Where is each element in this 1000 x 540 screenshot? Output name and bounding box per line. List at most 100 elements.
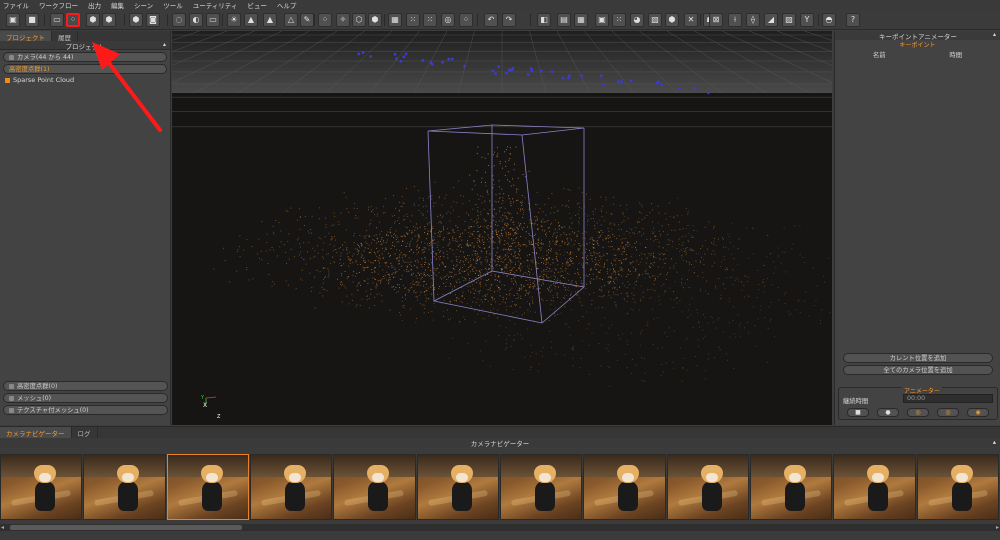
- 3d-viewport[interactable]: Y X Z: [172, 31, 832, 425]
- photos-icon[interactable]: ▭: [50, 13, 64, 27]
- camera-thumbnail[interactable]: [249, 454, 333, 520]
- dotted-select-icon[interactable]: ⁙: [406, 13, 420, 27]
- collapse-icon[interactable]: ▴: [993, 438, 996, 446]
- menu-item[interactable]: ツール: [163, 0, 183, 10]
- toolbar-separator: [44, 14, 45, 26]
- mesh-edit-icon[interactable]: ⬢: [665, 13, 679, 27]
- scrollbar-thumb[interactable]: [10, 525, 242, 530]
- rotate-icon[interactable]: ◌: [172, 13, 186, 27]
- texture-icon[interactable]: ⬢: [129, 13, 143, 27]
- lasso-icon[interactable]: ✧: [336, 13, 350, 27]
- tab-history[interactable]: 履歴: [52, 31, 78, 42]
- gizmo-icon[interactable]: ⟠: [746, 13, 760, 27]
- textured-mesh-group[interactable]: テクスチャ付メッシュ(0): [3, 405, 168, 415]
- save-icon[interactable]: ■: [25, 13, 39, 27]
- help-icon[interactable]: ?: [846, 13, 860, 27]
- viewport-canvas[interactable]: Y X Z: [172, 31, 832, 425]
- menu-bar: ファイル ワークフロー 出力 編集 シーン ツール ユーティリティ ビュー ヘルプ: [0, 0, 1000, 10]
- pointer-grid-icon[interactable]: ▣: [595, 13, 609, 27]
- redo-icon[interactable]: ↷: [502, 13, 516, 27]
- camera-icon[interactable]: ◙: [146, 13, 160, 27]
- dense-cloud-group-label: 高密度点群(0): [17, 383, 58, 390]
- record-button[interactable]: ●: [877, 408, 899, 417]
- add-current-position-button[interactable]: カレント位置を追加: [843, 353, 993, 363]
- frame-icon[interactable]: ◧: [537, 13, 551, 27]
- toolbar-separator: [477, 14, 478, 26]
- tab-project[interactable]: プロジェクト: [0, 31, 52, 42]
- undo-icon[interactable]: ↶: [484, 13, 498, 27]
- dot-grid-icon[interactable]: ⁘: [459, 13, 473, 27]
- menu-item[interactable]: シーン: [134, 0, 153, 10]
- play-button[interactable]: ◎: [907, 408, 929, 417]
- loop-button[interactable]: ◎: [937, 408, 959, 417]
- mesh-group-label: メッシュ(0): [17, 395, 52, 402]
- camera-thumbnail[interactable]: [916, 454, 999, 520]
- mesh-icon[interactable]: ⬢: [102, 13, 116, 27]
- bottom-tabs: カメラナビゲーター ログ: [0, 427, 1000, 438]
- export-button[interactable]: ◉: [967, 408, 989, 417]
- menu-item[interactable]: ユーティリティ: [193, 0, 238, 10]
- mask-icon[interactable]: ◓: [822, 13, 836, 27]
- measure-icon[interactable]: ◢: [764, 13, 778, 27]
- axis-z-label: Z: [217, 414, 221, 420]
- toolbar-separator: [700, 14, 701, 26]
- duration-input[interactable]: 00:00: [903, 394, 993, 403]
- crop-icon[interactable]: ⊠: [709, 13, 723, 27]
- camera-thumbnail[interactable]: [416, 454, 499, 520]
- dense-cloud-label: 高密度点群(1): [9, 66, 50, 73]
- circle-select-icon[interactable]: ◎: [441, 13, 455, 27]
- orbit-icon[interactable]: ◐: [189, 13, 203, 27]
- scroll-right-icon[interactable]: ▸: [996, 524, 999, 531]
- dotted-box-icon[interactable]: ⁙: [423, 13, 437, 27]
- camera-thumbnail[interactable]: [749, 454, 833, 520]
- slice-icon[interactable]: ▨: [782, 13, 796, 27]
- camera-thumbnail[interactable]: [833, 454, 916, 520]
- dense-cloud-group[interactable]: 高密度点群(0): [3, 381, 168, 391]
- grid-view-icon[interactable]: ▤: [557, 13, 571, 27]
- add-all-cameras-button[interactable]: 全てのカメラ位置を追加: [843, 365, 993, 375]
- orbit-cam-icon[interactable]: ◕: [630, 13, 644, 27]
- brush-icon[interactable]: ✎: [300, 13, 314, 27]
- fit-icon[interactable]: ▭: [206, 13, 220, 27]
- stop-button[interactable]: ■: [847, 408, 869, 417]
- menu-item[interactable]: 出力: [88, 0, 101, 10]
- mesh-group[interactable]: メッシュ(0): [3, 393, 168, 403]
- col-name[interactable]: 名前: [873, 50, 886, 59]
- box-icon[interactable]: ⬡: [352, 13, 366, 27]
- menu-item[interactable]: ビュー: [247, 0, 267, 10]
- snap-icon[interactable]: ▧: [648, 13, 662, 27]
- col-time[interactable]: 時間: [949, 50, 962, 59]
- collapse-icon[interactable]: ▴: [993, 31, 996, 38]
- cube-icon[interactable]: ⬢: [368, 13, 382, 27]
- triangle-icon[interactable]: ▲: [244, 13, 258, 27]
- marquee-icon[interactable]: ▦: [388, 13, 402, 27]
- triangle-outline-icon[interactable]: △: [284, 13, 298, 27]
- menu-item[interactable]: ファイル: [3, 0, 29, 10]
- menu-item[interactable]: ヘルプ: [277, 0, 297, 10]
- camera-thumbnail[interactable]: [0, 454, 83, 520]
- tab-log[interactable]: ログ: [72, 427, 98, 438]
- sword-icon[interactable]: ⟊: [728, 13, 742, 27]
- camera-thumbnail[interactable]: [499, 454, 583, 520]
- camera-thumbnail[interactable]: [666, 454, 749, 520]
- menu-item[interactable]: 編集: [111, 0, 124, 10]
- scale-icon[interactable]: Y: [800, 13, 814, 27]
- tab-camera-navigator[interactable]: カメラナビゲーター: [0, 427, 72, 438]
- close-icon[interactable]: ✕: [684, 13, 698, 27]
- new-project-icon[interactable]: ▣: [6, 13, 20, 27]
- select-icon[interactable]: ⁘: [318, 13, 332, 27]
- camera-thumbnail[interactable]: [166, 454, 249, 520]
- camera-thumbnail[interactable]: [333, 454, 416, 520]
- horizontal-scrollbar[interactable]: ◂ ▸: [0, 524, 1000, 531]
- scroll-left-icon[interactable]: ◂: [1, 524, 4, 531]
- tile-view-icon[interactable]: ▦: [574, 13, 588, 27]
- camera-thumbnail[interactable]: [83, 454, 166, 520]
- scatter-icon[interactable]: ⁙: [612, 13, 626, 27]
- triangle-solid-icon[interactable]: ▲: [263, 13, 277, 27]
- sparse-cloud-icon[interactable]: ⁘: [66, 13, 80, 27]
- camera-thumbnail[interactable]: [583, 454, 666, 520]
- bounding-box[interactable]: [427, 124, 585, 324]
- menu-item[interactable]: ワークフロー: [39, 0, 78, 10]
- dense-cloud-icon[interactable]: ⬢: [86, 13, 100, 27]
- light-icon[interactable]: ☀: [227, 13, 241, 27]
